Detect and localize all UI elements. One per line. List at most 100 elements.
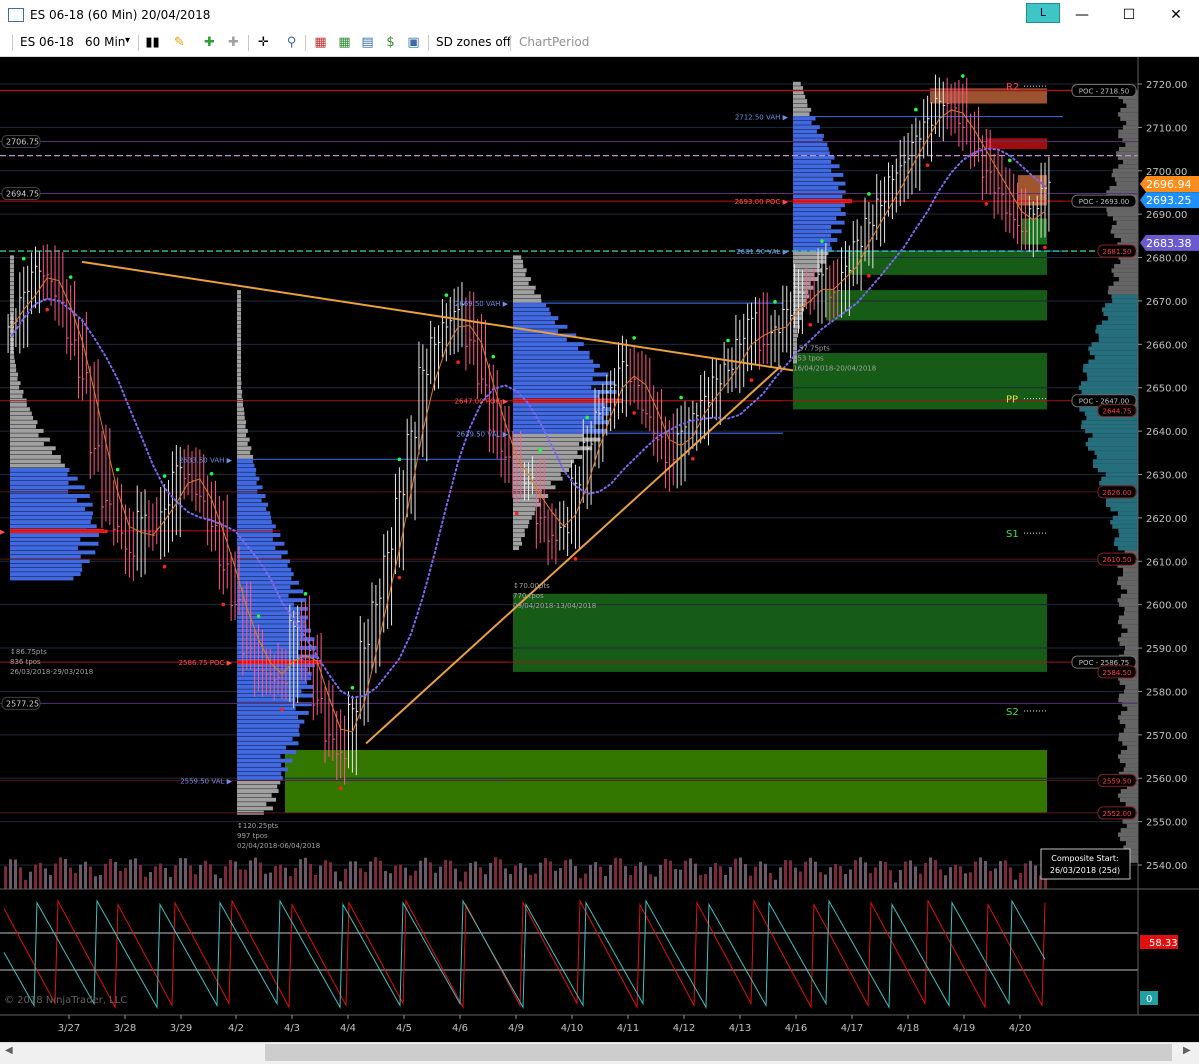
profile-row (513, 350, 590, 355)
profile-row (10, 481, 69, 485)
profile-row (10, 515, 92, 520)
time-axis-label: 3/29 (170, 1023, 192, 1034)
profile-row (237, 446, 252, 451)
interval-selector[interactable]: 60 Min (85, 35, 125, 49)
interval-dropdown-arrow[interactable]: ▾ (125, 35, 130, 46)
profile-row (793, 225, 832, 229)
composite-profile-row (1122, 572, 1138, 577)
add-indicator-icon[interactable]: ✚ (202, 35, 217, 50)
profile-stats-label: ↕86.75pts (10, 648, 47, 656)
volume-bar (134, 858, 137, 889)
volume-bar (344, 868, 347, 889)
profile-stats-label: 26/03/2018-29/03/2018 (10, 668, 93, 676)
profile-row (237, 355, 241, 360)
volume-bar (859, 857, 862, 889)
composite-profile-row (1110, 229, 1138, 234)
profile-stats-label: ↕70.00pts (513, 582, 550, 590)
volume-bar (334, 871, 337, 889)
profile-row (10, 502, 93, 507)
composite-profile-row (1120, 789, 1138, 794)
volume-bar (849, 869, 852, 889)
composite-profile-row (1122, 99, 1138, 104)
volume-bar (894, 882, 897, 889)
volume-bar (674, 869, 677, 889)
data-box-icon[interactable]: ▦ (337, 35, 352, 50)
composite-profile-row (1123, 611, 1138, 616)
volume-bar (769, 873, 772, 889)
profile-row (10, 415, 34, 420)
instrument-link-button[interactable]: L (1026, 3, 1060, 23)
zoom-icon[interactable]: ⚲ (284, 35, 299, 50)
pencil-icon[interactable]: ✎ (172, 35, 187, 50)
volume-bar (244, 869, 247, 889)
template-icon[interactable]: ▣ (406, 35, 421, 50)
sd-zones-toggle[interactable]: SD zones off (436, 35, 511, 49)
profile-row (237, 689, 302, 694)
volume-bar (844, 874, 847, 889)
scroll-left-icon[interactable]: ◀ (5, 1045, 13, 1056)
composite-profile-row (1117, 580, 1138, 586)
profile-row (10, 550, 96, 555)
profile-row (793, 172, 844, 177)
money-icon[interactable]: $ (383, 35, 398, 50)
volume-bar (444, 860, 447, 889)
chart-period-button[interactable]: ChartPeriod (519, 35, 589, 49)
volume-bar (959, 866, 962, 889)
strategy-icon[interactable]: ✚ (226, 35, 241, 50)
profile-row (237, 715, 299, 720)
volume-bar (129, 859, 132, 889)
profile-stats-label: ↕57.75pts (793, 345, 830, 353)
properties-icon[interactable]: ▦ (313, 35, 328, 50)
profile-row (793, 151, 830, 156)
instrument-selector[interactable]: ES 06-18 (20, 35, 74, 49)
composite-profile-row (1112, 298, 1138, 304)
minimize-button[interactable]: — (1072, 6, 1092, 24)
crosshair-icon[interactable]: ✛ (256, 35, 271, 50)
maximize-button[interactable]: ☐ (1119, 6, 1139, 24)
volume-bar (749, 875, 752, 889)
volume-bar (1029, 860, 1032, 889)
swing-low-dot (1043, 245, 1047, 250)
volume-bar (799, 871, 802, 889)
profile-row (513, 441, 580, 446)
volume-bar (459, 881, 462, 889)
composite-profile-row (1109, 185, 1138, 191)
profile-stats-label: ↕120.25pts (237, 822, 279, 830)
bars-icon[interactable]: ▮▮ (145, 35, 160, 50)
vah-label: 2669.50 VAH ▶ (455, 300, 509, 308)
volume-bar (684, 860, 687, 889)
profile-row (793, 99, 808, 104)
time-axis-label: 4/3 (284, 1023, 300, 1034)
swing-low-dot (749, 378, 754, 383)
scrollbar-thumb[interactable] (265, 1044, 1172, 1061)
profile-row (237, 758, 293, 763)
volume-bar (704, 873, 707, 889)
volume-bar (524, 867, 527, 889)
chart-trader-icon[interactable]: ▤ (360, 35, 375, 50)
current-price-marker: 2696.94 (1140, 176, 1199, 193)
price-chart[interactable]: 2617.00 ▶ ↕86.75pts 836 tpos 26/03/2018-29/… (0, 57, 1199, 1042)
profile-row (513, 372, 609, 377)
composite-profile-row (1112, 216, 1138, 221)
title-bar: ES 06-18 (60 Min) 20/04/2018 L — ☐ ✕ (0, 0, 1199, 30)
swing-high-dot (256, 614, 261, 619)
profile-row (513, 290, 535, 295)
chart-panel[interactable]: 2617.00 ▶ ↕86.75pts 836 tpos 26/03/2018-29/… (0, 57, 1199, 1042)
close-button[interactable]: ✕ (1166, 6, 1186, 24)
profile-row (237, 784, 278, 789)
time-axis-label: 4/19 (953, 1023, 975, 1034)
volume-bar (929, 857, 932, 889)
composite-profile-row (1112, 168, 1138, 173)
profile-row (793, 81, 801, 86)
composite-profile-row (1118, 737, 1138, 742)
volume-bar (759, 861, 762, 889)
composite-profile-row (1095, 329, 1138, 334)
profile-row (513, 268, 527, 273)
profile-row (10, 485, 85, 490)
composite-profile-row (1119, 797, 1138, 803)
right-level-tag: POC - 2718.50 (1071, 84, 1137, 98)
volume-bar (739, 857, 742, 889)
scroll-right-icon[interactable]: ▶ (1183, 1045, 1191, 1056)
profile-row (10, 298, 14, 303)
price-axis-label: 2660.00 (1146, 340, 1187, 351)
